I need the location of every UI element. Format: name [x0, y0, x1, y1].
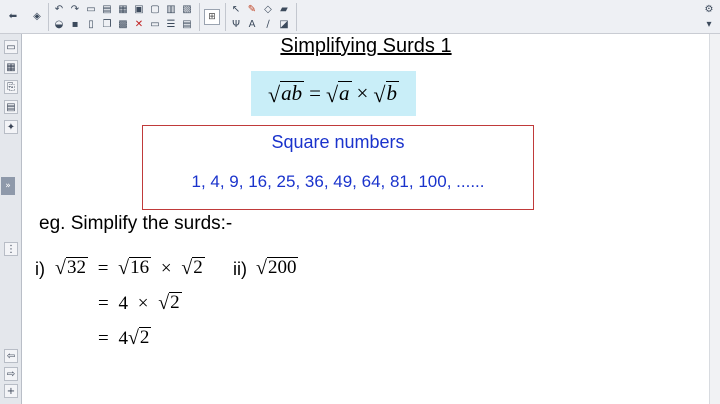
save-icon[interactable]: ▪	[68, 18, 82, 32]
chevron-down-icon[interactable]: ▾	[702, 18, 716, 32]
eraser-icon[interactable]: ◇	[261, 3, 275, 17]
part-i-step-2: = 4 × √ 2	[98, 291, 182, 314]
fill-icon[interactable]: ◪	[277, 18, 291, 32]
addons-icon[interactable]: ✦	[4, 120, 18, 134]
square-numbers-heading: Square numbers	[271, 132, 405, 152]
whiteboard-page: Simplifying Surds 1 √ ab = √ a × √ b Square…	[23, 35, 709, 404]
part-i-step-1: √ 32 = √ 16 × √ 2	[55, 256, 205, 279]
part-ii-label: ii)	[233, 259, 247, 279]
highlighter-icon[interactable]: ▰	[277, 3, 291, 17]
part-i-label: i)	[35, 259, 45, 279]
square-numbers-box: Square numbers 1, 4, 9, 16, 25, 36, 49, …	[142, 125, 534, 210]
insert-icon[interactable]: ▦	[116, 3, 130, 17]
sqrt-a: √ a	[325, 81, 352, 107]
sqrt-b: √ b	[373, 81, 399, 107]
properties-icon[interactable]: ▤	[4, 100, 18, 114]
toolbar-toggle-icon[interactable]: ⊞	[204, 9, 220, 25]
open-folder-icon[interactable]: ◒	[52, 18, 66, 32]
image-icon[interactable]: ▧	[180, 3, 194, 17]
display-icon[interactable]: ▭	[148, 18, 162, 32]
page-sorter-icon[interactable]: ▭	[4, 40, 18, 54]
side-tab-bar: ▭ ▦ ⎘ ▤ ✦ » ⋮ ⇦ ⇨ +	[0, 34, 22, 404]
settings-gear-icon[interactable]: ⚙	[702, 3, 716, 17]
screen-icon[interactable]: ▣	[132, 3, 146, 17]
part-i-step-3: = 4 √ 2	[98, 326, 152, 349]
vertical-scrollbar[interactable]	[709, 34, 720, 404]
undo-icon[interactable]: ↶	[52, 3, 66, 17]
page-icon[interactable]: ▤	[100, 3, 114, 17]
square-numbers-list: 1, 4, 9, 16, 25, 36, 49, 64, 81, 100, ..…	[191, 172, 485, 191]
sqrt-ab: √ ab	[267, 81, 305, 107]
select-pointer-icon[interactable]: ↖	[229, 3, 243, 17]
capture-icon[interactable]: ▢	[148, 3, 162, 17]
table-icon[interactable]: ▥	[164, 3, 178, 17]
list-icon[interactable]: ☰	[164, 18, 178, 32]
shapes-icon[interactable]: Ψ	[229, 18, 243, 32]
sidebar-handle-icon[interactable]: ⋮	[4, 242, 18, 256]
page-title: Simplifying Surds 1	[280, 35, 452, 57]
move-right-icon[interactable]: ⇨	[4, 367, 18, 381]
toolbar: ⬅ ◈ ↶ ↷ ▭ ▤ ▦ ▣ ▢ ▥ ▧ ◒ ▪ ▯ ❐ ▩ ✕ ▭ ☰ ▤ …	[0, 0, 720, 34]
new-page-icon[interactable]: ▭	[84, 3, 98, 17]
view-icon[interactable]: ◈	[30, 10, 44, 24]
delete-icon[interactable]: ✕	[132, 18, 146, 32]
grid-icon[interactable]: ▩	[116, 18, 130, 32]
add-page-icon[interactable]: +	[4, 384, 18, 398]
surd-rule-formula: √ ab = √ a × √ b	[251, 71, 416, 116]
pen-icon[interactable]: ✎	[245, 3, 259, 17]
back-arrow-icon[interactable]: ⬅	[6, 10, 20, 24]
collapse-sidebar-icon[interactable]: »	[1, 177, 15, 195]
text-tool-icon[interactable]: A	[245, 18, 259, 32]
attachments-icon[interactable]: ⎘	[4, 80, 18, 94]
move-left-icon[interactable]: ⇦	[4, 349, 18, 363]
gallery-icon[interactable]: ▦	[4, 60, 18, 74]
example-intro: eg. Simplify the surds:-	[39, 213, 233, 234]
redo-icon[interactable]: ↷	[68, 3, 82, 17]
paste-icon[interactable]: ▯	[84, 18, 98, 32]
line-tool-icon[interactable]: ∕	[261, 18, 275, 32]
copy-icon[interactable]: ❐	[100, 18, 114, 32]
keyboard-icon[interactable]: ▤	[180, 18, 194, 32]
part-ii-surd: √ 200	[256, 256, 299, 279]
